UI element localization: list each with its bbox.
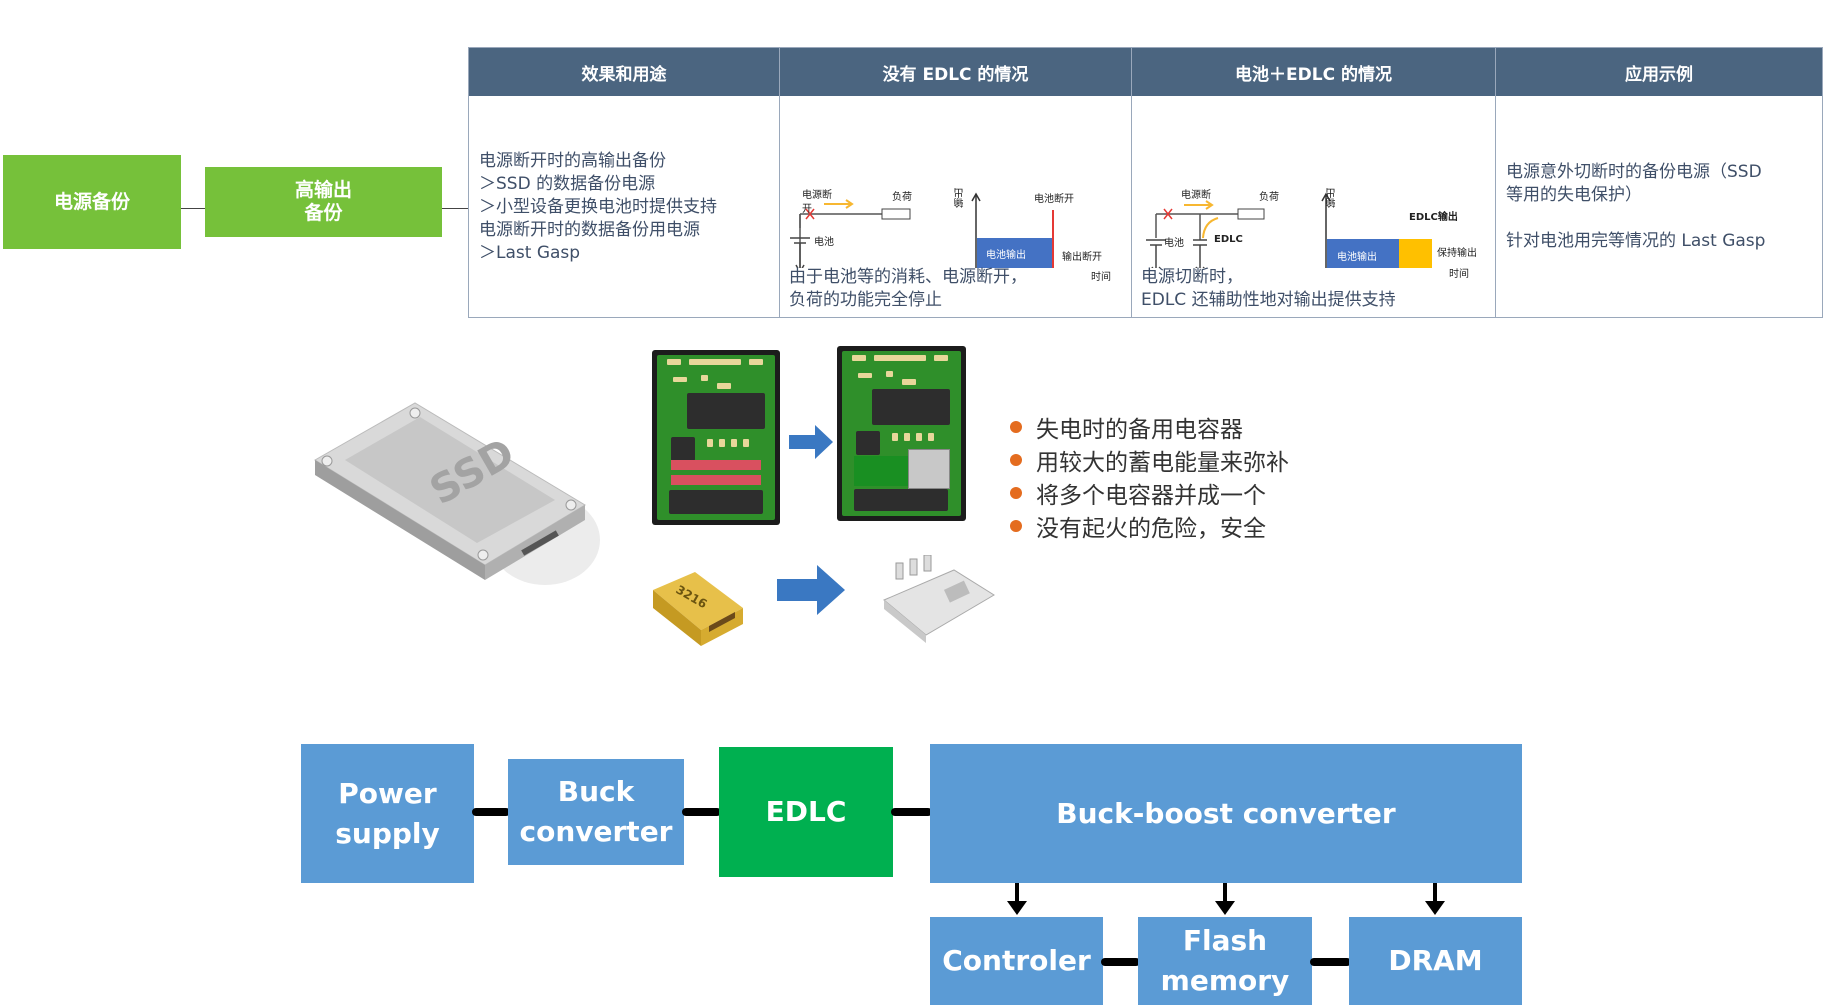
bullet-dot-icon <box>1010 453 1022 466</box>
no-edlc-caption: 由于电池等的消耗、电源断开， 负荷的功能完全停止 <box>789 267 1027 310</box>
power-supply-block: Power supply <box>301 744 474 883</box>
current-arrow-icon <box>1184 200 1214 210</box>
power-backup-box: 电源备份 <box>3 155 181 249</box>
power-backup-label: 电源备份 <box>53 190 130 213</box>
tantalum-capacitor-row <box>671 475 761 485</box>
bullet-text: 将多个电容器并成一个 <box>1036 482 1266 509</box>
battery-edlc-caption: 电源切断时， EDLC 还辅助性地对输出提供支持 <box>1141 267 1396 310</box>
pcb-before-image <box>652 350 780 525</box>
label-edlc: EDLC <box>1214 234 1243 245</box>
bullet-item: 没有起火的危险，安全 <box>1010 509 1289 542</box>
bullet-item: 将多个电容器并成一个 <box>1010 476 1289 509</box>
connector <box>1101 958 1140 966</box>
column-divider <box>1495 48 1496 317</box>
controller-label: Controler <box>942 944 1091 977</box>
down-arrow-icon <box>1007 883 1027 915</box>
bullet-dot-icon <box>1010 519 1022 532</box>
header-applications: 应用示例 <box>1496 48 1822 96</box>
down-arrow-icon <box>1425 883 1445 915</box>
bullet-text: 用较大的蓄电能量来弥补 <box>1036 449 1289 476</box>
graph-y-label: 输出 <box>955 188 966 208</box>
label-power-off-2: 开 <box>802 204 812 215</box>
label-battery: 电池 <box>814 237 834 248</box>
current-arrow-icon <box>824 199 854 209</box>
connector-line <box>181 208 205 209</box>
graph-x-label: 时间 <box>1091 272 1111 283</box>
graph-battery-off: 电池断开 <box>1034 194 1074 205</box>
feature-bullets: 失电时的备用电容器 用较大的蓄电能量来弥补 将多个电容器并成一个 没有起火的危险… <box>1010 410 1289 542</box>
graph-edlc-output: EDLC输出 <box>1409 212 1458 223</box>
arrow-right-icon <box>777 565 845 615</box>
tantalum-capacitor-row <box>671 460 761 470</box>
load-resistor-icon <box>881 208 911 220</box>
edlc-label: EDLC <box>765 795 847 828</box>
edlc-hold-output-bar <box>1399 239 1432 268</box>
connector <box>1310 958 1351 966</box>
high-output-label-1: 高输出 <box>294 179 352 201</box>
graph-y-label: 输出 <box>1327 188 1338 208</box>
down-arrow-icon <box>1215 883 1235 915</box>
pcb-after-image <box>837 346 966 521</box>
flash-memory-label: Flash memory <box>1160 924 1290 997</box>
graph-output-off: 输出断开 <box>1062 252 1102 263</box>
header-battery-edlc: 电池＋EDLC 的情况 <box>1132 48 1495 96</box>
power-supply-label: Power supply <box>335 776 440 850</box>
connector <box>891 808 932 816</box>
edlc-module-image <box>908 449 950 489</box>
battery-edlc-diagram <box>1146 192 1432 268</box>
applications-text: 电源意外切断时的备份电源（SSD 等用的失电保护） <box>1506 162 1762 205</box>
header-effects: 效果和用途 <box>469 48 779 96</box>
buck-converter-block: Buck converter <box>508 759 684 865</box>
header-label: 效果和用途 <box>581 64 667 85</box>
label-power-off: 电源断 <box>802 190 832 201</box>
high-output-label-2: 备份 <box>304 202 343 224</box>
connector-line <box>442 208 468 209</box>
bullet-dot-icon <box>1010 420 1022 433</box>
load-resistor-icon <box>1237 208 1265 220</box>
header-no-edlc: 没有 EDLC 的情况 <box>780 48 1131 96</box>
arrow-right-icon <box>789 425 833 459</box>
dram-block: DRAM <box>1349 917 1522 1005</box>
comparison-table: 效果和用途 没有 EDLC 的情况 电池＋EDLC 的情况 应用示例 电源断开时… <box>468 47 1823 318</box>
connector <box>682 808 721 816</box>
bullet-text: 失电时的备用电容器 <box>1036 416 1243 443</box>
freed-board-area <box>854 456 908 486</box>
effects-text: 电源断开时的高输出备份 ＞SSD 的数据备份电源 ＞小型设备更换电池时提供支持 … <box>479 151 717 263</box>
bullet-text: 没有起火的危险，安全 <box>1036 515 1266 542</box>
bullet-item: 用较大的蓄电能量来弥补 <box>1010 443 1289 476</box>
flash-memory-block: Flash memory <box>1138 917 1312 1005</box>
label-load: 负荷 <box>892 192 912 203</box>
buck-boost-label: Buck-boost converter <box>1056 796 1396 830</box>
graph-battery-output: 电池输出 <box>1337 252 1377 263</box>
header-label: 电池＋EDLC 的情况 <box>1235 64 1392 85</box>
ssd-image: SSD <box>314 402 600 585</box>
buck-boost-converter-block: Buck-boost converter <box>930 744 1522 883</box>
buck-converter-label: Buck converter <box>519 775 673 848</box>
graph-hold-output: 保持输出 <box>1437 248 1477 259</box>
graph-x-label: 时间 <box>1449 269 1469 280</box>
high-output-backup-box: 高输出 备份 <box>205 167 442 237</box>
label-power-off: 电源断 <box>1181 190 1211 201</box>
header-label: 没有 EDLC 的情况 <box>882 64 1029 85</box>
edlc-block: EDLC <box>719 747 893 877</box>
edlc-cell-image <box>883 555 995 643</box>
label-battery: 电池 <box>1164 238 1184 249</box>
label-load: 负荷 <box>1259 192 1279 203</box>
graph-battery-output: 电池输出 <box>986 250 1026 261</box>
controller-block: Controler <box>930 917 1103 1005</box>
tantalum-capacitor-image: 3216 <box>653 572 743 646</box>
dram-label: DRAM <box>1388 944 1483 977</box>
header-label: 应用示例 <box>1625 64 1693 85</box>
bullet-dot-icon <box>1010 486 1022 499</box>
connector <box>472 808 510 816</box>
applications-text-2: 针对电池用完等情况的 Last Gasp <box>1506 231 1766 251</box>
bullet-item: 失电时的备用电容器 <box>1010 410 1289 443</box>
